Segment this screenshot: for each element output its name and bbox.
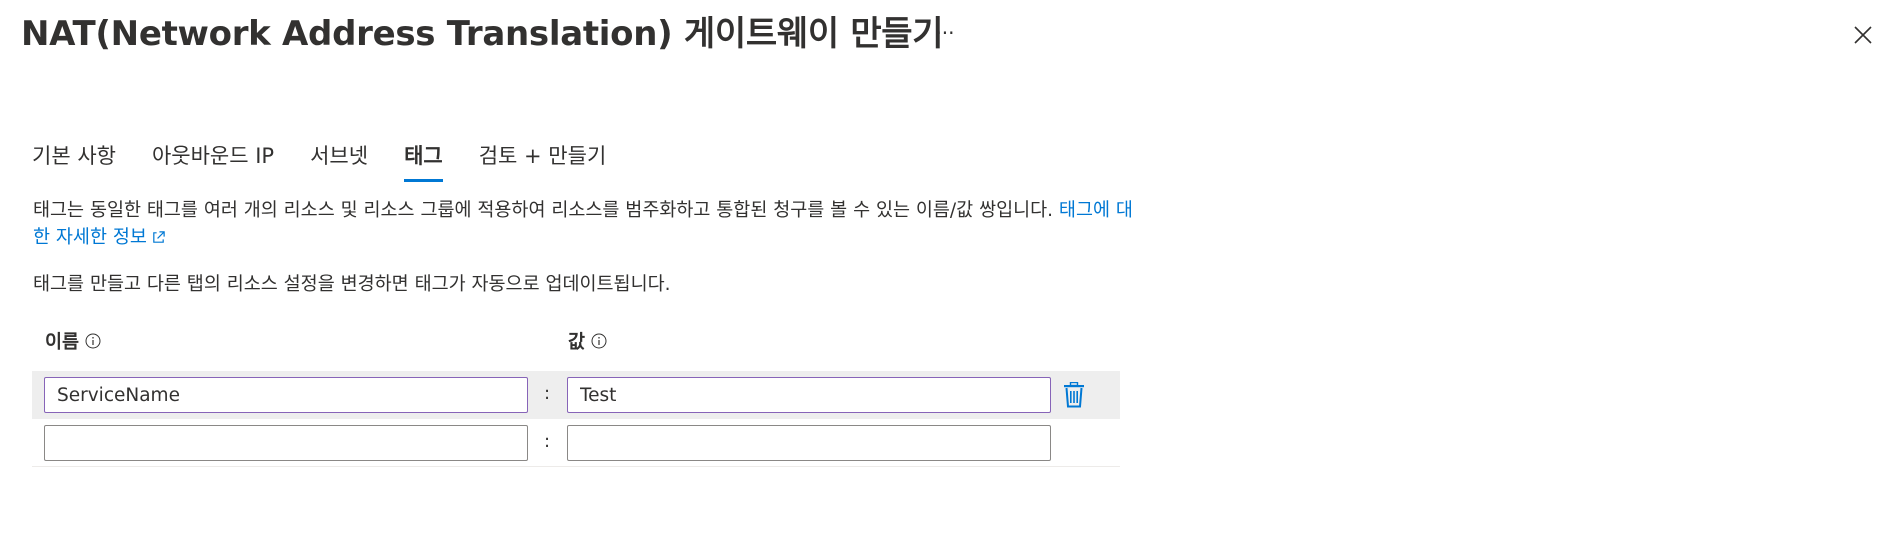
- close-icon: [1854, 26, 1872, 44]
- value-column-header: 값: [568, 328, 607, 354]
- trash-icon: [1064, 382, 1084, 408]
- page-title: NAT(Network Address Translation) 게이트웨이 만…: [21, 14, 944, 54]
- name-column-header: 이름: [45, 328, 101, 354]
- tag-value-input[interactable]: [567, 377, 1051, 413]
- tag-name-input[interactable]: [44, 425, 528, 461]
- tab-basics[interactable]: 기본 사항: [32, 132, 116, 182]
- separator: :: [544, 383, 551, 404]
- tag-name-input[interactable]: [44, 377, 528, 413]
- delete-tag-button[interactable]: [1059, 380, 1089, 410]
- tab-list: 기본 사항 아웃바운드 IP 서브넷 태그 검토 + 만들기: [32, 132, 642, 182]
- more-options-button[interactable]: ···: [930, 18, 960, 48]
- tags-auto-update-note: 태그를 만들고 다른 탭의 리소스 설정을 변경하면 태그가 자동으로 업데이트…: [33, 274, 671, 295]
- tab-tags[interactable]: 태그: [404, 132, 443, 182]
- external-link-icon: [153, 231, 165, 243]
- tab-review-create[interactable]: 검토 + 만들기: [479, 132, 607, 182]
- name-column-label: 이름: [45, 332, 80, 353]
- tag-row: :: [32, 419, 1120, 467]
- tab-subnet[interactable]: 서브넷: [310, 132, 368, 182]
- info-icon[interactable]: [591, 333, 607, 349]
- tag-value-input[interactable]: [567, 425, 1051, 461]
- tab-outbound-ip[interactable]: 아웃바운드 IP: [152, 132, 274, 182]
- close-button[interactable]: [1848, 20, 1878, 50]
- tags-description: 태그는 동일한 태그를 여러 개의 리소스 및 리소스 그룹에 적용하여 리소스…: [33, 197, 1133, 251]
- info-icon[interactable]: [85, 333, 101, 349]
- value-column-label: 값: [568, 332, 586, 353]
- tag-row: :: [32, 371, 1120, 419]
- separator: :: [544, 431, 551, 452]
- tags-description-text: 태그는 동일한 태그를 여러 개의 리소스 및 리소스 그룹에 적용하여 리소스…: [33, 200, 1054, 221]
